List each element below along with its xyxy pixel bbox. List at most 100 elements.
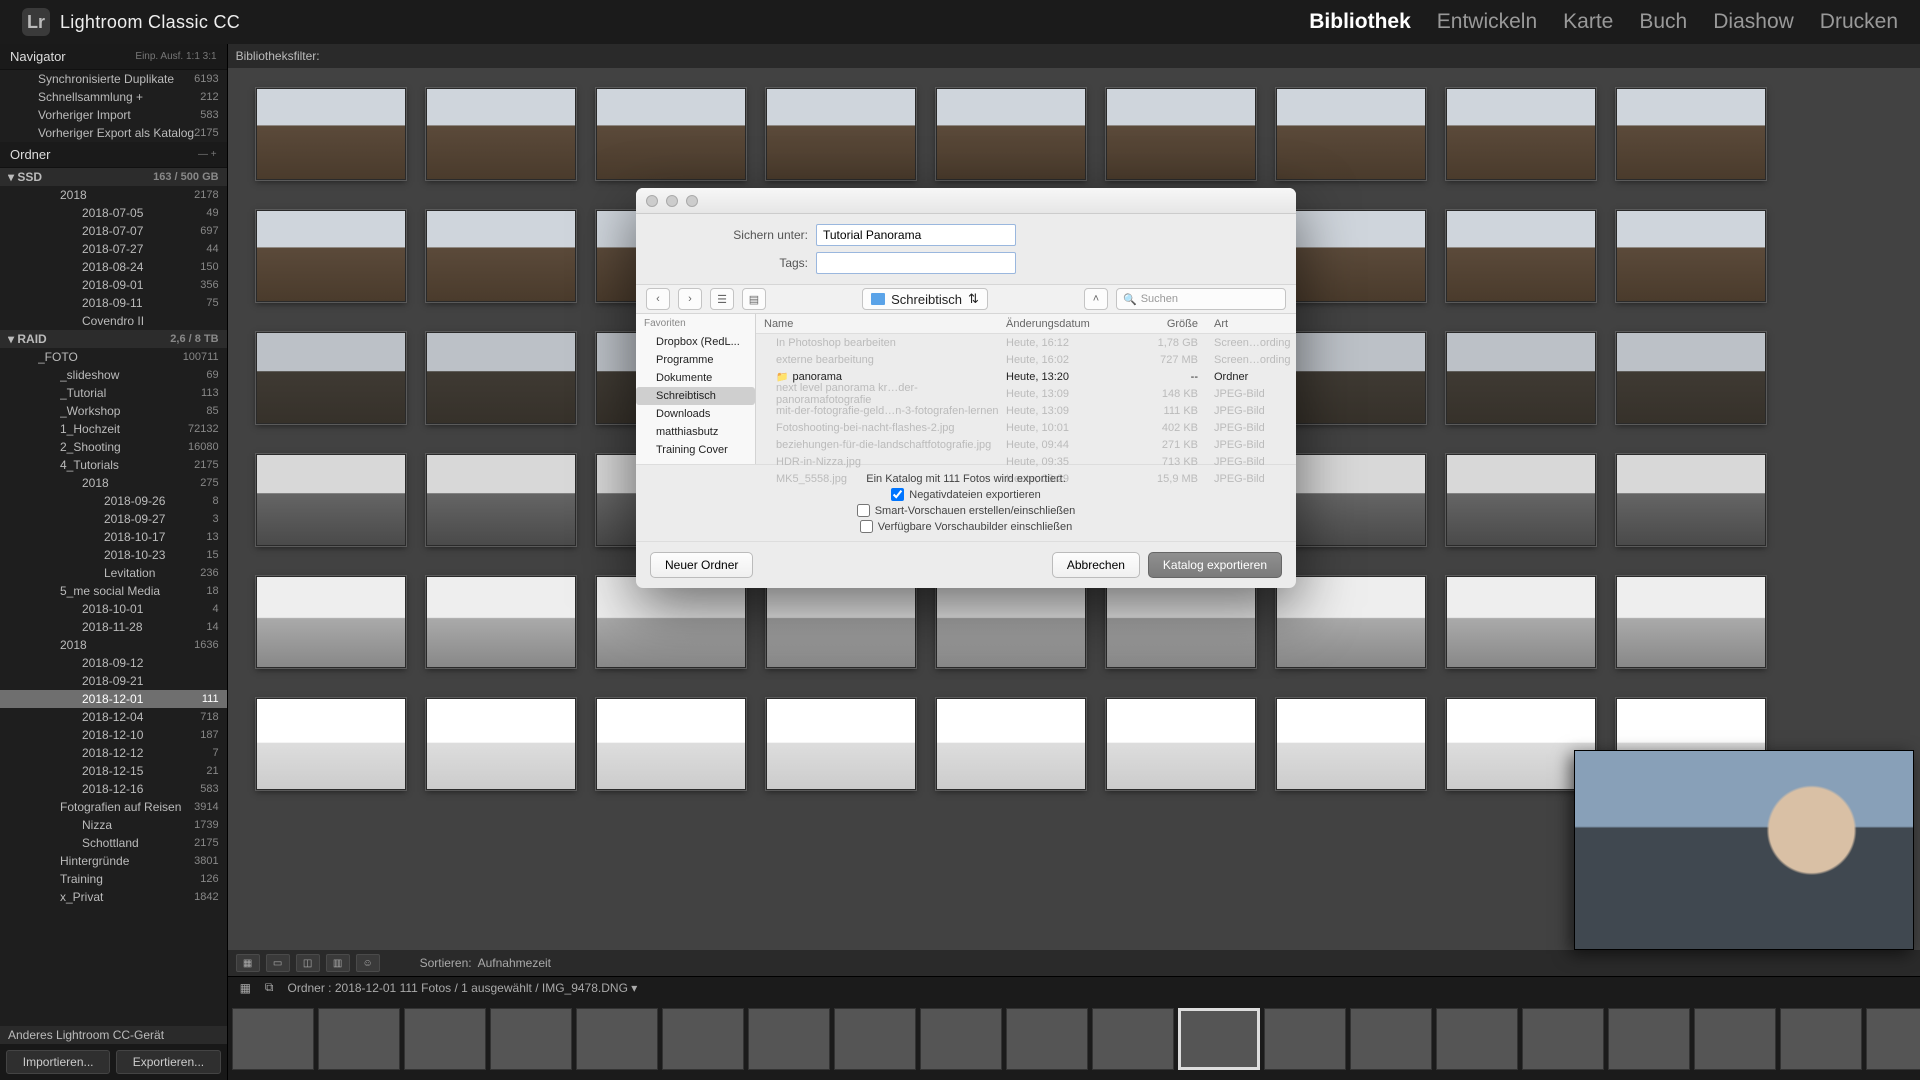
navigator-header[interactable]: Navigator Einp. Ausf. 1:1 3:1 [0, 44, 227, 70]
module-develop[interactable]: Entwickeln [1437, 10, 1537, 34]
nav-back-icon[interactable]: ‹ [646, 288, 670, 310]
thumbnail[interactable] [1616, 576, 1766, 668]
opt-smart-previews[interactable]: Smart-Vorschauen erstellen/einschließen [857, 504, 1076, 517]
thumbnail[interactable] [1616, 332, 1766, 424]
thumbnail[interactable] [596, 698, 746, 790]
folder-row[interactable]: 20181636 [0, 636, 227, 654]
traffic-close-icon[interactable] [646, 195, 658, 207]
export-catalog-button[interactable]: Katalog exportieren [1148, 552, 1282, 578]
thumbnail[interactable] [1446, 576, 1596, 668]
thumbnail[interactable] [1106, 88, 1256, 180]
location-select[interactable]: Schreibtisch ⇅ [862, 288, 988, 310]
traffic-max-icon[interactable] [686, 195, 698, 207]
sidebar-favorite[interactable]: Downloads [636, 405, 755, 423]
view-loupe-icon[interactable]: ▭ [266, 954, 290, 972]
thumbnail[interactable] [426, 576, 576, 668]
folder-row[interactable]: 2018-10-014 [0, 600, 227, 618]
sidebar-favorite[interactable]: Programme [636, 351, 755, 369]
folder-row[interactable]: 2018-12-16583 [0, 780, 227, 798]
thumbnail[interactable] [596, 88, 746, 180]
filmstrip-thumb[interactable] [1522, 1008, 1604, 1070]
filmstrip-thumb[interactable] [1092, 1008, 1174, 1070]
thumbnail[interactable] [1276, 576, 1426, 668]
folder-row[interactable]: Fotografien auf Reisen3914 [0, 798, 227, 816]
thumbnail[interactable] [766, 88, 916, 180]
view-grid-icon[interactable]: ▦ [236, 954, 260, 972]
thumbnail[interactable] [1616, 454, 1766, 546]
file-list-columns[interactable]: NameÄnderungsdatumGrößeArt [756, 314, 1296, 334]
traffic-min-icon[interactable] [666, 195, 678, 207]
thumbnail[interactable] [256, 454, 406, 546]
sidebar-favorite[interactable]: Dokumente [636, 369, 755, 387]
folder-row[interactable]: _Workshop85 [0, 402, 227, 420]
filmstrip-thumb[interactable] [404, 1008, 486, 1070]
thumbnail[interactable] [256, 210, 406, 302]
dialog-titlebar[interactable] [636, 188, 1296, 214]
thumbnail[interactable] [256, 576, 406, 668]
thumbnail[interactable] [1276, 88, 1426, 180]
thumbnail[interactable] [596, 576, 746, 668]
thumbnail[interactable] [766, 698, 916, 790]
other-device[interactable]: Anderes Lightroom CC-Gerät [0, 1026, 227, 1044]
filmstrip-thumb[interactable] [1694, 1008, 1776, 1070]
folder-row[interactable]: 2018-09-12 [0, 654, 227, 672]
folder-row[interactable]: Hintergründe3801 [0, 852, 227, 870]
secondary-display-icon[interactable]: ⧉ [265, 980, 274, 995]
opt-negatives[interactable]: Negativdateien exportieren [891, 488, 1040, 501]
filmstrip-thumb[interactable] [1866, 1008, 1920, 1070]
file-row[interactable]: Fotoshooting-bei-nacht-flashes-2.jpgHeut… [756, 419, 1296, 436]
thumbnail[interactable] [426, 210, 576, 302]
file-row[interactable]: next level panorama kr…der-panoramafotog… [756, 385, 1296, 402]
filmstrip-thumb[interactable] [1264, 1008, 1346, 1070]
view-survey-icon[interactable]: ▥ [326, 954, 350, 972]
folder-row[interactable]: 2018-08-24150 [0, 258, 227, 276]
grid-toggle-icon[interactable]: ▦ [240, 981, 251, 995]
status-path[interactable]: Ordner : 2018-12-01 111 Fotos / 1 ausgew… [288, 981, 638, 995]
volume-row[interactable]: ▾ SSD163 / 500 GB [0, 168, 227, 186]
thumbnail[interactable] [426, 88, 576, 180]
thumbnail[interactable] [1106, 576, 1256, 668]
folder-row[interactable]: 2018-09-1175 [0, 294, 227, 312]
import-button[interactable]: Importieren... [6, 1050, 110, 1074]
filmstrip-thumb[interactable] [1608, 1008, 1690, 1070]
folder-row[interactable]: 2018-07-2744 [0, 240, 227, 258]
folder-row[interactable]: 2018-09-268 [0, 492, 227, 510]
collection-item[interactable]: Vorheriger Export als Katalog2175 [0, 124, 227, 142]
module-print[interactable]: Drucken [1820, 10, 1898, 34]
filmstrip-thumb[interactable] [490, 1008, 572, 1070]
filmstrip-thumb[interactable] [1178, 1008, 1260, 1070]
filmstrip-thumb[interactable] [318, 1008, 400, 1070]
thumbnail[interactable] [1446, 88, 1596, 180]
search-field[interactable]: 🔍 Suchen [1116, 288, 1286, 310]
module-slideshow[interactable]: Diashow [1713, 10, 1794, 34]
thumbnail[interactable] [766, 576, 916, 668]
folder-row[interactable]: 4_Tutorials2175 [0, 456, 227, 474]
module-library[interactable]: Bibliothek [1309, 10, 1411, 34]
export-button[interactable]: Exportieren... [116, 1050, 220, 1074]
save-as-input[interactable] [816, 224, 1016, 246]
folder-row[interactable]: _FOTO100711 [0, 348, 227, 366]
thumbnail[interactable] [936, 698, 1086, 790]
file-row[interactable]: externe bearbeitungHeute, 16:02727 MBScr… [756, 351, 1296, 368]
folder-row[interactable]: 2018-07-0549 [0, 204, 227, 222]
folder-row[interactable]: Schottland2175 [0, 834, 227, 852]
expand-icon[interactable]: ˄ [1084, 288, 1108, 310]
folder-row[interactable]: 2_Shooting16080 [0, 438, 227, 456]
filmstrip-thumb[interactable] [920, 1008, 1002, 1070]
filmstrip-thumb[interactable] [1006, 1008, 1088, 1070]
opt-available-previews[interactable]: Verfügbare Vorschaubilder einschließen [860, 520, 1072, 533]
collection-item[interactable]: Schnellsammlung +212 [0, 88, 227, 106]
folder-row[interactable]: 2018-11-2814 [0, 618, 227, 636]
tags-input[interactable] [816, 252, 1016, 274]
folder-row[interactable]: 20182178 [0, 186, 227, 204]
folder-row[interactable]: _Tutorial113 [0, 384, 227, 402]
filmstrip-thumb[interactable] [576, 1008, 658, 1070]
folder-row[interactable]: 1_Hochzeit72132 [0, 420, 227, 438]
collection-item[interactable]: Synchronisierte Duplikate6193 [0, 70, 227, 88]
file-row[interactable]: HDR-in-Nizza.jpgHeute, 09:35713 KBJPEG-B… [756, 453, 1296, 470]
module-map[interactable]: Karte [1563, 10, 1613, 34]
filmstrip-thumb[interactable] [1436, 1008, 1518, 1070]
navigator-zoom[interactable]: Einp. Ausf. 1:1 3:1 [135, 51, 216, 62]
thumbnail[interactable] [936, 576, 1086, 668]
folder-row[interactable]: 2018-10-1713 [0, 528, 227, 546]
